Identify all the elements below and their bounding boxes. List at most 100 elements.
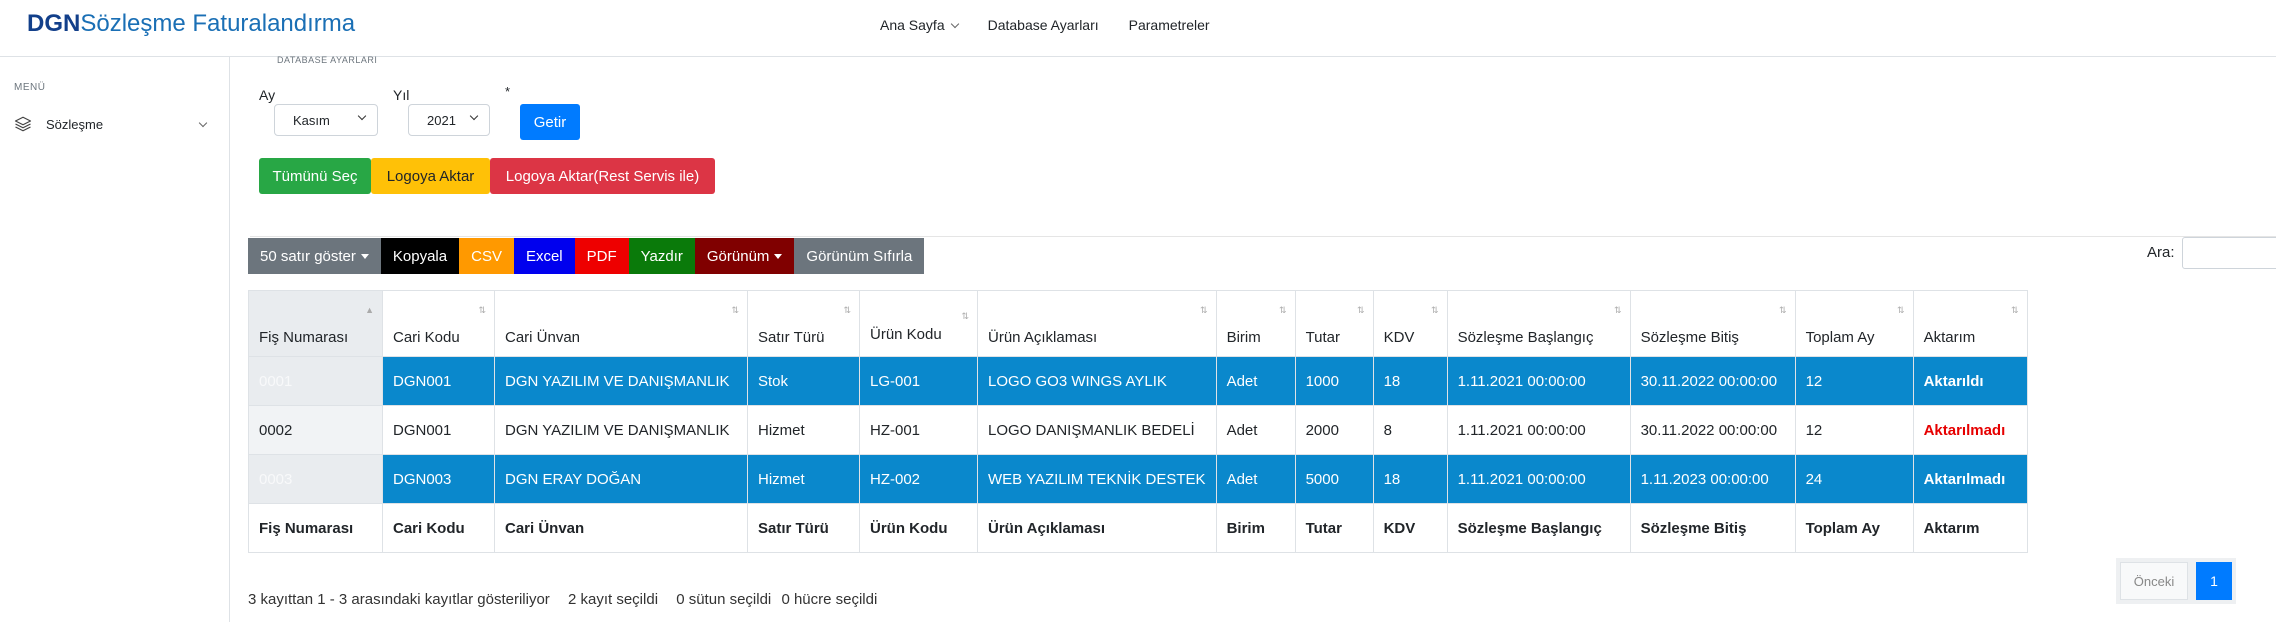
column-header[interactable]: Satır Türü ⇅: [747, 290, 860, 357]
transfer-status[interactable]: Aktarılmadı: [1912, 405, 2028, 455]
column-header[interactable]: Tutar ⇅: [1294, 290, 1374, 357]
reset-view-button[interactable]: Görünüm Sıfırla: [794, 238, 925, 274]
column-header[interactable]: Fiş Numarası ▲: [248, 290, 383, 357]
transfer-to-logo-button[interactable]: Logoya Aktar: [371, 158, 490, 194]
table-cell[interactable]: 0003: [248, 454, 383, 504]
column-header[interactable]: Ürün Kodu ⇅: [859, 290, 978, 357]
column-header[interactable]: Birim ⇅: [1215, 290, 1296, 357]
sort-icon: ⇅: [478, 305, 486, 315]
month-select[interactable]: Kasım: [274, 104, 378, 136]
table-cell[interactable]: HZ-001: [859, 405, 978, 455]
table-cell[interactable]: 1.11.2021 00:00:00: [1446, 454, 1631, 504]
table-cell[interactable]: DGN003: [382, 454, 495, 504]
sidebar: MENÜ Sözleşme: [0, 57, 230, 622]
table-cell[interactable]: 2000: [1294, 405, 1374, 455]
table-cell[interactable]: WEB YAZILIM TEKNİK DESTEK: [977, 454, 1217, 504]
print-button[interactable]: Yazdır: [628, 238, 695, 274]
table-cell[interactable]: Hizmet: [747, 405, 860, 455]
footer-cell: Ürün Kodu: [859, 503, 978, 553]
table-cell[interactable]: 12: [1794, 405, 1914, 455]
column-header[interactable]: Aktarım ⇅: [1912, 290, 2028, 357]
table-cell[interactable]: 1000: [1294, 356, 1374, 406]
footer-cell: Ürün Açıklaması: [977, 503, 1217, 553]
nav-parameters[interactable]: Parametreler: [1129, 17, 1210, 33]
select-all-button[interactable]: Tümünü Seç: [259, 158, 371, 194]
year-select[interactable]: 2021: [408, 104, 490, 136]
year-select-value: 2021: [427, 112, 456, 128]
footer-cell: Sözleşme Başlangıç: [1446, 503, 1631, 553]
previous-page-button[interactable]: Önceki: [2120, 562, 2188, 600]
column-header[interactable]: Toplam Ay ⇅: [1794, 290, 1914, 357]
excel-button[interactable]: Excel: [513, 238, 575, 274]
column-header[interactable]: Sözleşme Bitiş ⇅: [1629, 290, 1796, 357]
table-cell[interactable]: DGN YAZILIM VE DANIŞMANLIK: [494, 405, 748, 455]
csv-button[interactable]: CSV: [459, 238, 514, 274]
table-cell[interactable]: DGN001: [382, 405, 495, 455]
table-cell[interactable]: Adet: [1215, 454, 1296, 504]
footer-cell: Tutar: [1294, 503, 1374, 553]
table-cell[interactable]: 8: [1372, 405, 1448, 455]
column-header[interactable]: Ürün Açıklaması ⇅: [977, 290, 1217, 357]
footer-cell: Satır Türü: [747, 503, 860, 553]
table-toolbar: 50 satır göster Kopyala CSV Excel PDF Ya…: [248, 238, 925, 274]
table-cell[interactable]: 24: [1794, 454, 1914, 504]
table-cell[interactable]: DGN YAZILIM VE DANIŞMANLIK: [494, 356, 748, 406]
table-cell[interactable]: 12: [1794, 356, 1914, 406]
table-footer-row: Fiş Numarası Cari Kodu Cari Ünvan Satır …: [248, 503, 2028, 553]
footer-cell: Cari Kodu: [382, 503, 495, 553]
show-rows-button[interactable]: 50 satır göster: [248, 238, 381, 274]
table-cell[interactable]: 18: [1372, 356, 1448, 406]
table-row[interactable]: 0001 DGN001 DGN YAZILIM VE DANIŞMANLIK S…: [248, 356, 2028, 406]
nav-home[interactable]: Ana Sayfa: [880, 17, 959, 33]
chevron-down-icon: [357, 111, 367, 121]
table-cell[interactable]: Hizmet: [747, 454, 860, 504]
view-button[interactable]: Görünüm: [694, 238, 795, 274]
sort-icon: ⇅: [1779, 305, 1787, 315]
transfer-rest-button[interactable]: Logoya Aktar(Rest Servis ile): [490, 158, 715, 194]
transfer-status[interactable]: Aktarıldı: [1912, 356, 2028, 406]
database-settings-section: DATABASE AYARLARI: [250, 55, 2276, 237]
table-row[interactable]: 0003 DGN003 DGN ERAY DOĞAN Hizmet HZ-002…: [248, 454, 2028, 504]
pagination: Önceki 1: [2120, 562, 2232, 600]
table-cell[interactable]: Adet: [1215, 405, 1296, 455]
section-legend: DATABASE AYARLARI: [277, 55, 378, 65]
table-cell[interactable]: 0001: [248, 356, 383, 406]
sidebar-item-sozlesme[interactable]: Sözleşme: [14, 111, 214, 137]
page-1-button[interactable]: 1: [2196, 562, 2232, 600]
table-cell[interactable]: 30.11.2022 00:00:00: [1629, 356, 1796, 406]
copy-button[interactable]: Kopyala: [380, 238, 460, 274]
table-cell[interactable]: LG-001: [859, 356, 978, 406]
table-cell[interactable]: LOGO DANIŞMANLIK BEDELİ: [977, 405, 1217, 455]
nav-database-settings[interactable]: Database Ayarları: [988, 17, 1099, 33]
column-header[interactable]: Cari Ünvan ⇅: [494, 290, 748, 357]
table-cell[interactable]: Adet: [1215, 356, 1296, 406]
table-cell[interactable]: 5000: [1294, 454, 1374, 504]
column-header[interactable]: KDV ⇅: [1372, 290, 1448, 357]
search-input[interactable]: [2182, 237, 2276, 269]
table-cell[interactable]: 1.11.2021 00:00:00: [1446, 405, 1631, 455]
table-cell[interactable]: 18: [1372, 454, 1448, 504]
table-header-row: Fiş Numarası ▲ Cari Kodu ⇅ Cari Ünvan ⇅ Sat…: [248, 290, 2028, 357]
table-cell[interactable]: DGN ERAY DOĞAN: [494, 454, 748, 504]
table-row[interactable]: 0002 DGN001 DGN YAZILIM VE DANIŞMANLIK H…: [248, 405, 2028, 455]
top-navbar: DGNSözleşme Faturalandırma Ana Sayfa Dat…: [0, 0, 2276, 57]
table-cell[interactable]: LOGO GO3 WINGS AYLIK: [977, 356, 1217, 406]
table-cell[interactable]: Stok: [747, 356, 860, 406]
sort-icon: ⇅: [731, 305, 739, 315]
caret-down-icon: [360, 253, 369, 259]
column-header[interactable]: Sözleşme Başlangıç ⇅: [1446, 290, 1631, 357]
brand-logo[interactable]: DGNSözleşme Faturalandırma: [27, 10, 355, 38]
table-cell[interactable]: HZ-002: [859, 454, 978, 504]
table-cell[interactable]: DGN001: [382, 356, 495, 406]
table-cell[interactable]: 1.11.2021 00:00:00: [1446, 356, 1631, 406]
pdf-button[interactable]: PDF: [574, 238, 629, 274]
transfer-status[interactable]: Aktarılmadı: [1912, 454, 2028, 504]
footer-cell: Cari Ünvan: [494, 503, 748, 553]
column-header[interactable]: Cari Kodu ⇅: [382, 290, 495, 357]
sort-icon: ⇅: [1431, 305, 1439, 315]
fetch-button[interactable]: Getir: [520, 104, 580, 140]
table-cell[interactable]: 0002: [248, 405, 383, 455]
table-cell[interactable]: 30.11.2022 00:00:00: [1629, 405, 1796, 455]
sort-icon: ⇅: [1357, 305, 1365, 315]
table-cell[interactable]: 1.11.2023 00:00:00: [1629, 454, 1796, 504]
